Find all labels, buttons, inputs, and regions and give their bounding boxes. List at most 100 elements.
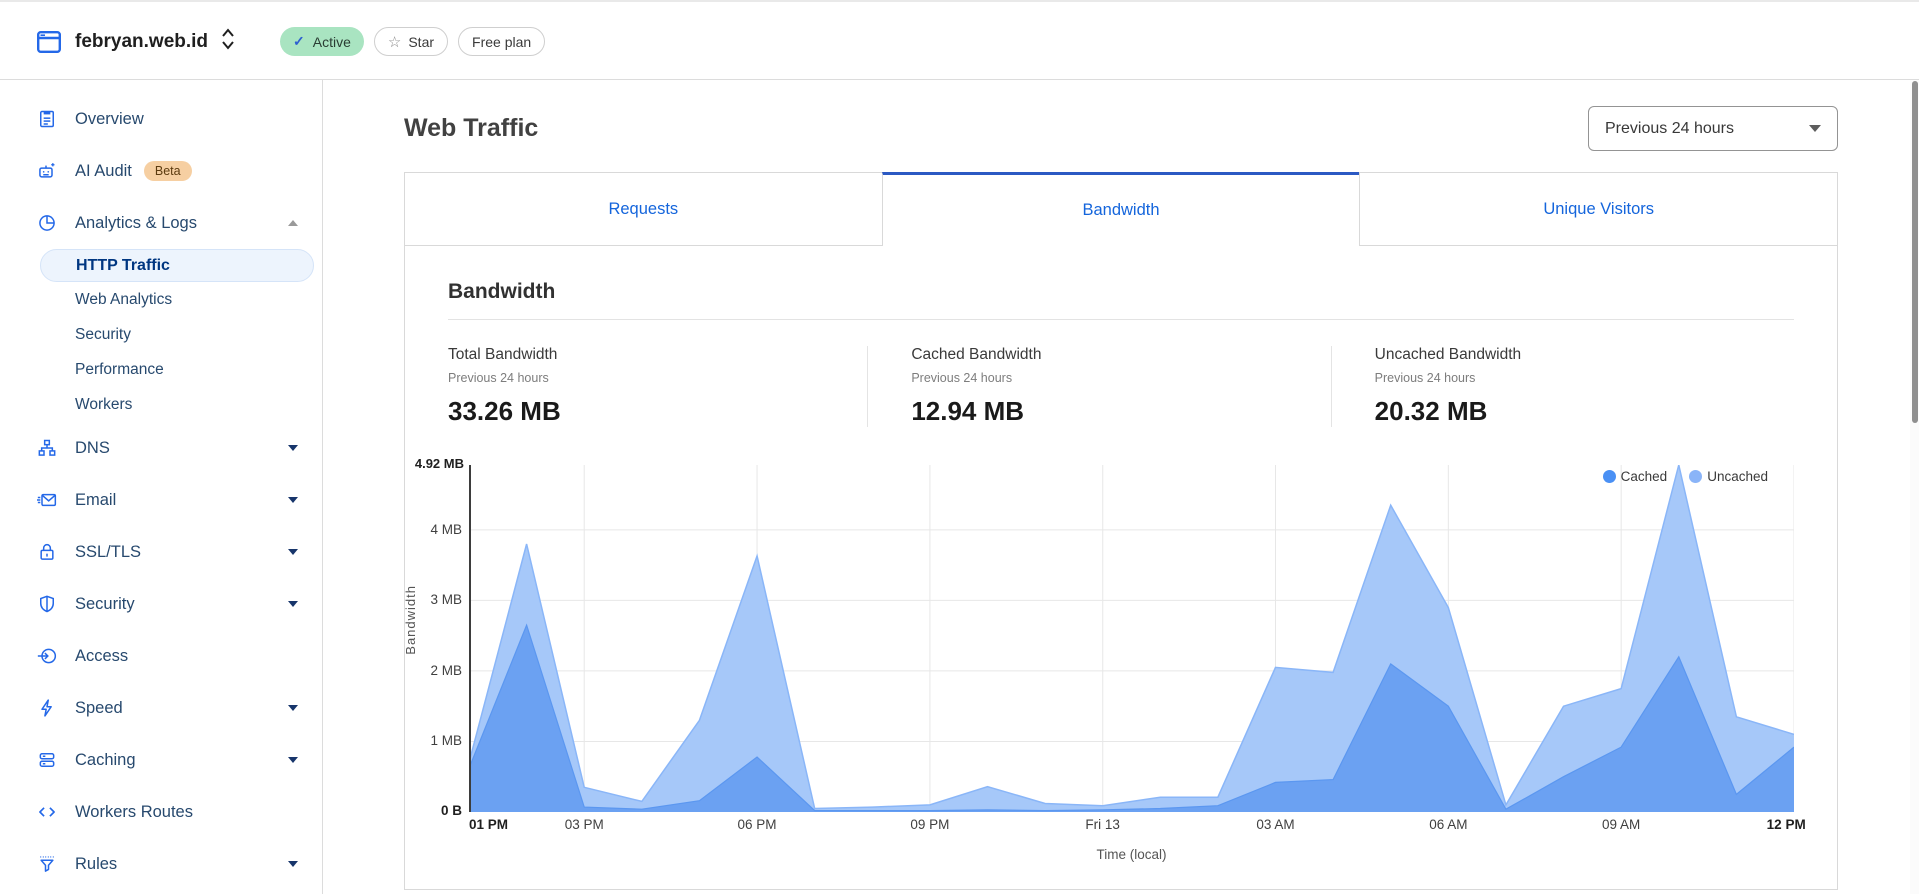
server-icon	[37, 750, 57, 770]
sidebar-item-label: Email	[75, 490, 117, 509]
sidebar-item-label: DNS	[75, 438, 110, 457]
x-tick: Fri 13	[1085, 817, 1120, 832]
sidebar-item-label: Caching	[75, 750, 136, 769]
stat-period: Previous 24 hours	[1374, 371, 1476, 385]
tab-unique-visitors[interactable]: Unique Visitors	[1359, 172, 1839, 246]
sidebar-item-overview[interactable]: Overview	[0, 93, 322, 145]
sidebar-item-label: Speed	[75, 698, 123, 717]
sidebar-item-dns[interactable]: DNS	[0, 422, 322, 474]
legend-item-uncached[interactable]: Uncached	[1689, 469, 1768, 484]
sidebar-subitem-label: Security	[75, 325, 131, 343]
sidebar-item-label: Security	[75, 594, 135, 613]
sidebar-item-email[interactable]: Email	[0, 474, 322, 526]
traffic-tabs: Requests Bandwidth Unique Visitors	[404, 172, 1839, 246]
legend-dot-uncached	[1689, 470, 1703, 483]
y-tick: 4 MB	[430, 522, 462, 537]
x-axis-title: Time (local)	[1096, 847, 1167, 862]
stat-uncached-bandwidth: Uncached Bandwidth Previous 24 hours 20.…	[1330, 346, 1794, 427]
time-range-dropdown[interactable]: Previous 24 hours	[1588, 106, 1838, 151]
sidebar-subitem-workers[interactable]: Workers	[0, 387, 322, 422]
status-badge-label: Active	[312, 33, 351, 50]
domain-name: febryan.web.id	[75, 30, 209, 52]
tab-bandwidth[interactable]: Bandwidth	[881, 172, 1360, 246]
sidebar-item-label: AI Audit	[75, 161, 132, 180]
sidebar-subitem-label: HTTP Traffic	[76, 256, 170, 274]
tab-requests[interactable]: Requests	[404, 172, 882, 246]
legend-label: Uncached	[1707, 469, 1768, 484]
expand-caret-icon	[288, 861, 298, 867]
scrollbar-thumb[interactable]	[1912, 81, 1918, 423]
star-button[interactable]: ☆ Star	[373, 27, 449, 56]
y-max-label: 4.92 MB	[414, 456, 464, 471]
sidebar-item-label: Access	[75, 646, 129, 665]
stat-value: 12.94 MB	[911, 396, 1025, 426]
expand-caret-icon	[288, 445, 298, 451]
plot-area: Cached Uncached	[469, 465, 1794, 812]
expand-caret-icon	[288, 601, 298, 607]
chevron-down-icon	[1809, 125, 1821, 132]
y-tick: 3 MB	[430, 592, 462, 607]
vertical-scrollbar[interactable]	[1910, 80, 1919, 894]
x-tick: 06 AM	[1429, 817, 1468, 832]
access-icon	[37, 646, 57, 666]
sidebar-item-label: Analytics & Logs	[75, 213, 197, 232]
expand-caret-icon	[288, 497, 298, 503]
y-tick: 2 MB	[430, 663, 462, 678]
sidebar-subitem-label: Workers	[75, 395, 133, 413]
sidebar-item-label: Rules	[75, 854, 118, 873]
stats-row: Total Bandwidth Previous 24 hours 33.26 …	[448, 320, 1794, 449]
pie-chart-icon	[37, 213, 57, 233]
top-header: febryan.web.id ✓ Active ☆ Star Free plan	[0, 4, 1919, 80]
stat-label: Total Bandwidth	[448, 346, 558, 363]
shield-icon	[37, 594, 57, 614]
stat-cached-bandwidth: Cached Bandwidth Previous 24 hours 12.94…	[867, 346, 1330, 427]
beta-badge: Beta	[143, 161, 192, 181]
y-tick: 1 MB	[430, 733, 462, 748]
star-button-label: Star	[408, 33, 435, 50]
stat-label: Uncached Bandwidth	[1374, 346, 1522, 363]
sidebar: Overview AI Audit Beta Analytics & Logs …	[0, 80, 323, 894]
sidebar-subitem-label: Web Analytics	[75, 290, 173, 308]
y-axis: 4.92 MB 4 MB 3 MB 2 MB 1 MB 0 B Bandwidt…	[403, 456, 469, 818]
plan-badge-label: Free plan	[472, 33, 532, 50]
expand-caret-icon	[288, 757, 298, 763]
x-tick: 01 PM	[469, 817, 509, 832]
plan-badge: Free plan	[458, 27, 546, 56]
sidebar-subitem-web-analytics[interactable]: Web Analytics	[0, 282, 322, 317]
stat-value: 20.32 MB	[1374, 396, 1488, 426]
domain-switcher-icon[interactable]	[220, 26, 236, 57]
stat-value: 33.26 MB	[448, 396, 561, 426]
bandwidth-card: Bandwidth Total Bandwidth Previous 24 ho…	[403, 246, 1838, 890]
robot-icon	[37, 161, 57, 181]
x-tick: 09 PM	[910, 817, 950, 832]
page-title: Web Traffic	[404, 114, 539, 142]
sidebar-item-ssl-tls[interactable]: SSL/TLS	[0, 526, 322, 578]
expand-caret-icon	[288, 549, 298, 555]
sidebar-item-analytics-logs[interactable]: Analytics & Logs	[0, 197, 322, 249]
website-icon	[37, 30, 62, 53]
x-tick: 03 PM	[564, 817, 604, 832]
sidebar-item-rules[interactable]: Rules	[0, 838, 322, 890]
sidebar-item-ai-audit[interactable]: AI Audit Beta	[0, 145, 322, 197]
funnel-icon	[37, 854, 57, 874]
stat-period: Previous 24 hours	[448, 371, 549, 385]
sidebar-subitem-security[interactable]: Security	[0, 317, 322, 352]
chart-legend: Cached Uncached	[1581, 469, 1768, 484]
traffic-area-chart	[469, 465, 1794, 812]
sidebar-item-caching[interactable]: Caching	[0, 734, 322, 786]
legend-item-cached[interactable]: Cached	[1602, 469, 1667, 484]
sidebar-item-access[interactable]: Access	[0, 630, 322, 682]
page: febryan.web.id ✓ Active ☆ Star Free plan…	[0, 0, 1919, 894]
time-range-value: Previous 24 hours	[1605, 119, 1734, 137]
code-icon	[37, 802, 57, 822]
sidebar-item-security[interactable]: Security	[0, 578, 322, 630]
sidebar-item-speed[interactable]: Speed	[0, 682, 322, 734]
sidebar-subitem-http-traffic[interactable]: HTTP Traffic	[40, 249, 314, 282]
sidebar-subitem-performance[interactable]: Performance	[0, 352, 322, 387]
x-tick: 12 PM	[1766, 817, 1806, 832]
star-icon: ☆	[387, 33, 402, 51]
sidebar-item-workers-routes[interactable]: Workers Routes	[0, 786, 322, 838]
expand-caret-icon	[288, 705, 298, 711]
lightning-icon	[37, 698, 57, 718]
x-axis-labels: 01 PM 03 PM 06 PM 09 PM Fri 13 03 AM 06 AM 09 A…	[469, 817, 1806, 839]
